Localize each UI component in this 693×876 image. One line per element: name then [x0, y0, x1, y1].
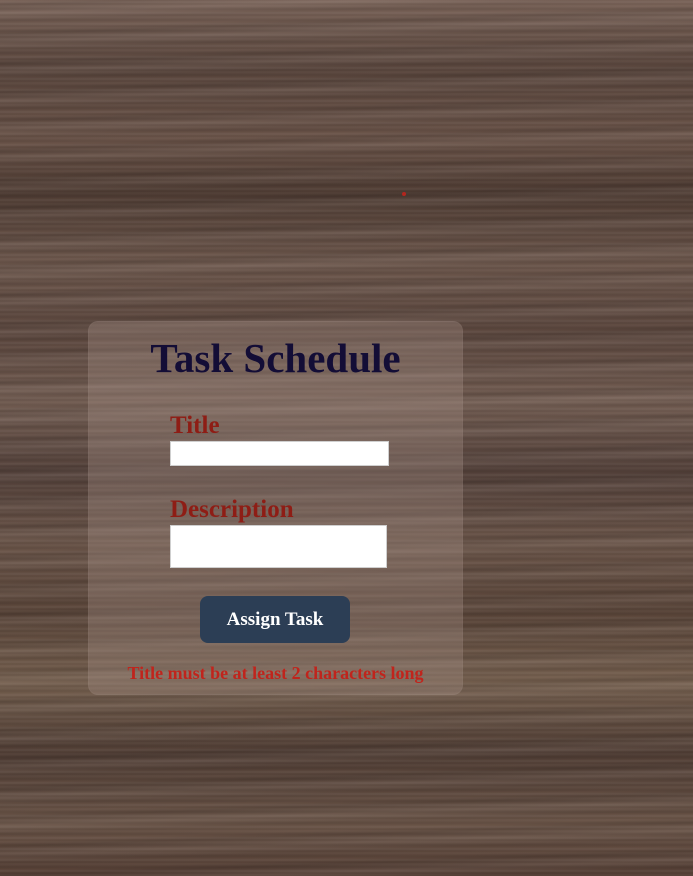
description-label: Description [170, 496, 294, 523]
form-heading: Task Schedule [150, 335, 401, 381]
title-input[interactable] [170, 441, 389, 466]
red-dot-marker [402, 192, 406, 196]
title-label: Title [170, 412, 220, 439]
description-input[interactable] [170, 525, 387, 568]
assign-task-button[interactable]: Assign Task [200, 596, 350, 643]
task-form-card: Task Schedule Title Description Assign T… [88, 321, 463, 695]
validation-error-message: Title must be at least 2 characters long [127, 663, 424, 683]
